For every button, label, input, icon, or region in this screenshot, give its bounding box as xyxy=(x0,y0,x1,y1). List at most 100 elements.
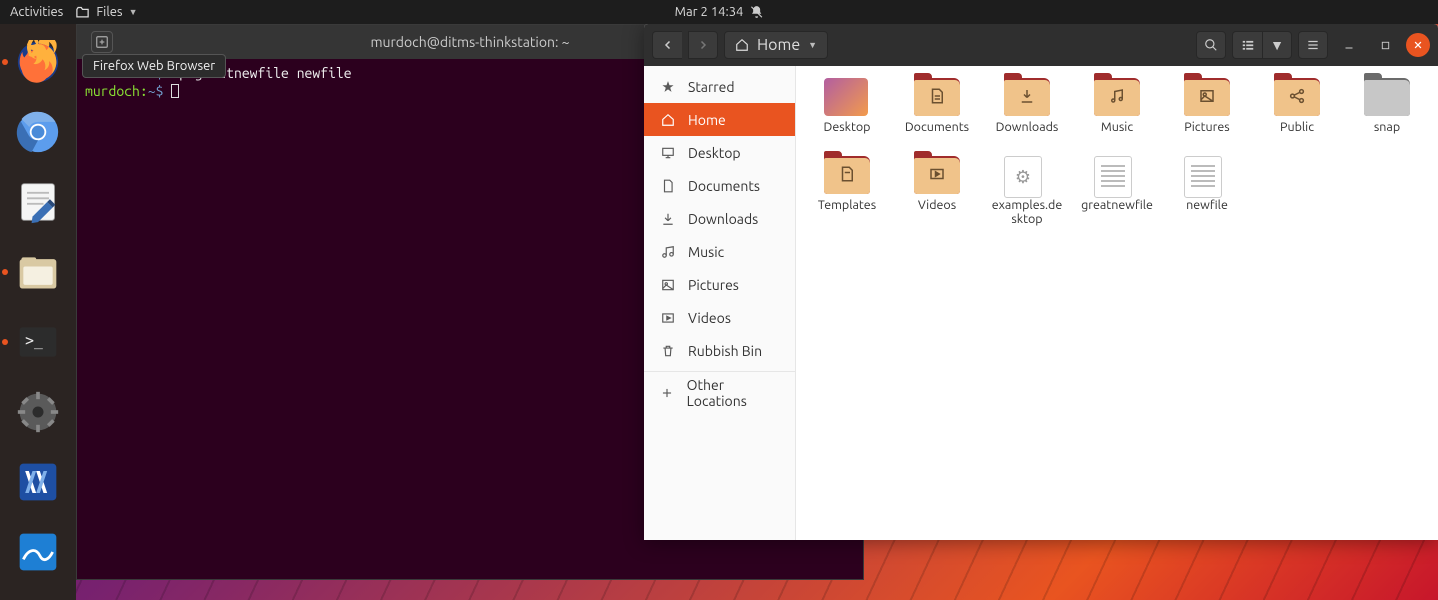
files-sidebar: Starred Home Desktop Documents DownloadsMusi… xyxy=(644,66,796,540)
file-item[interactable]: greatnewfile xyxy=(1080,156,1154,228)
minimize-button[interactable] xyxy=(1334,31,1364,59)
folder-icon xyxy=(914,78,960,116)
text-file-icon xyxy=(1094,156,1132,198)
files-icon-view[interactable]: Desktop Documents Downloads MusicPicturesPu… xyxy=(796,66,1438,540)
folder-icon xyxy=(914,156,960,194)
sidebar-item-documents[interactable]: Documents xyxy=(644,169,795,202)
folder-icon xyxy=(824,156,870,194)
file-label: Documents xyxy=(905,120,969,134)
search-button[interactable] xyxy=(1196,31,1226,59)
file-label: Templates xyxy=(818,198,876,212)
view-options-button[interactable]: ▼ xyxy=(1262,31,1292,59)
prompt-user: murdoch: xyxy=(85,83,148,99)
dock-text-editor[interactable] xyxy=(12,176,64,228)
sidebar-item-label: Documents xyxy=(688,178,760,194)
hamburger-menu-button[interactable] xyxy=(1298,31,1328,59)
file-item[interactable]: Desktop xyxy=(810,78,884,150)
close-icon xyxy=(1413,40,1423,50)
nav-forward-button[interactable] xyxy=(688,31,718,59)
desktop-icon xyxy=(660,146,676,160)
text-file-icon xyxy=(1184,156,1222,198)
file-label: Downloads xyxy=(996,120,1059,134)
top-panel: Activities Files ▼ Mar 2 14:34 xyxy=(0,0,1438,24)
gear-icon xyxy=(16,390,60,434)
plus-icon xyxy=(660,386,675,400)
notification-off-icon[interactable] xyxy=(749,5,763,19)
sidebar-item-starred[interactable]: Starred xyxy=(644,70,795,103)
sidebar-item-home[interactable]: Home xyxy=(644,103,795,136)
file-label: newfile xyxy=(1186,198,1228,212)
clock[interactable]: Mar 2 14:34 xyxy=(675,5,744,19)
sidebar-other-locations[interactable]: Other Locations xyxy=(644,376,795,409)
home-icon xyxy=(660,113,676,127)
dock-terminal[interactable]: >_ xyxy=(12,316,64,368)
list-icon xyxy=(1241,38,1255,52)
chevron-down-icon: ▼ xyxy=(129,7,138,17)
search-icon xyxy=(1204,38,1218,52)
file-label: Videos xyxy=(918,198,956,212)
chevron-down-icon: ▼ xyxy=(1270,37,1284,53)
app-menu-label: Files xyxy=(96,5,122,19)
file-item[interactable]: Public xyxy=(1260,78,1334,150)
dock: >_ xyxy=(0,24,76,600)
sidebar-item-downloads[interactable]: Downloads xyxy=(644,202,795,235)
file-item[interactable]: Templates xyxy=(810,156,884,228)
activities-button[interactable]: Activities xyxy=(10,5,63,19)
dock-wireshark[interactable] xyxy=(12,526,64,578)
file-item[interactable]: Pictures xyxy=(1170,78,1244,150)
trash-icon xyxy=(660,344,676,358)
new-tab-button[interactable] xyxy=(91,31,113,53)
file-item[interactable]: Videos xyxy=(900,156,974,228)
nav-back-button[interactable] xyxy=(652,31,682,59)
terminal-icon: >_ xyxy=(16,320,60,364)
sidebar-item-desktop[interactable]: Desktop xyxy=(644,136,795,169)
sidebar-item-label: Starred xyxy=(688,79,735,95)
sidebar-item-pictures[interactable]: Pictures xyxy=(644,268,795,301)
desktop-folder-icon xyxy=(824,78,868,116)
close-button[interactable] xyxy=(1406,33,1430,57)
text-editor-icon xyxy=(16,180,60,224)
doc-icon xyxy=(660,179,676,193)
file-item[interactable]: Documents xyxy=(900,78,974,150)
file-label: examples.desktop xyxy=(990,198,1064,227)
file-item[interactable]: Music xyxy=(1080,78,1154,150)
file-item[interactable]: Downloads xyxy=(990,78,1064,150)
file-item[interactable]: snap xyxy=(1350,78,1424,150)
dock-files[interactable] xyxy=(12,246,64,298)
path-bar[interactable]: Home ▼ xyxy=(724,31,828,59)
sidebar-item-label: Desktop xyxy=(688,145,741,161)
app-menu[interactable]: Files ▼ xyxy=(75,5,137,20)
chevron-right-icon xyxy=(697,39,709,51)
wireshark-icon xyxy=(16,530,60,574)
minimize-icon xyxy=(1343,39,1355,51)
file-item[interactable]: newfile xyxy=(1170,156,1244,228)
chromium-icon xyxy=(16,110,60,154)
sidebar-item-videos[interactable]: Videos xyxy=(644,301,795,334)
picture-icon xyxy=(660,278,676,292)
music-icon xyxy=(660,245,676,259)
files-icon xyxy=(16,250,60,294)
file-label: snap xyxy=(1374,120,1400,134)
file-item[interactable]: ⚙examples.desktop xyxy=(990,156,1064,228)
dock-virtualbox[interactable] xyxy=(12,456,64,508)
plus-box-icon xyxy=(95,35,109,49)
view-list-button[interactable] xyxy=(1232,31,1262,59)
star-icon xyxy=(660,80,676,94)
sidebar-item-rubbish-bin[interactable]: Rubbish Bin xyxy=(644,334,795,367)
download-icon xyxy=(660,212,676,226)
folder-icon xyxy=(75,5,90,20)
sidebar-item-label: Home xyxy=(688,112,726,128)
files-window[interactable]: Home ▼ ▼ Starred Home Desktop Documents Down… xyxy=(644,24,1438,540)
maximize-icon xyxy=(1380,40,1391,51)
dock-firefox[interactable] xyxy=(12,36,64,88)
maximize-button[interactable] xyxy=(1370,31,1400,59)
folder-icon xyxy=(1364,78,1410,116)
file-label: Desktop xyxy=(824,120,871,134)
path-label: Home xyxy=(757,36,800,54)
cursor xyxy=(171,84,179,98)
dock-chromium[interactable] xyxy=(12,106,64,158)
sidebar-item-music[interactable]: Music xyxy=(644,235,795,268)
dock-settings[interactable] xyxy=(12,386,64,438)
dock-tooltip: Firefox Web Browser xyxy=(82,54,226,78)
hamburger-icon xyxy=(1306,38,1320,52)
